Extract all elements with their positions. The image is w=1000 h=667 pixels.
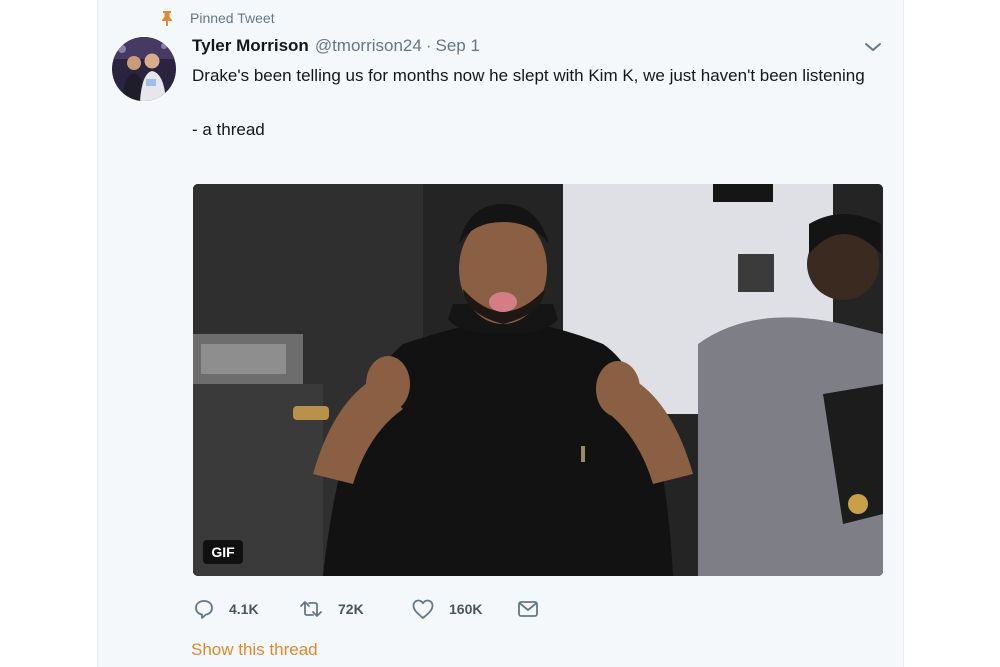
tweet-text-line: Drake's been telling us for months now h… — [192, 66, 865, 85]
heart-icon — [411, 598, 435, 620]
pin-icon — [160, 10, 174, 26]
tweet-date[interactable]: Sep 1 — [436, 36, 480, 56]
message-icon — [516, 598, 540, 620]
author-name[interactable]: Tyler Morrison — [192, 36, 309, 56]
tweet-text: Drake's been telling us for months now h… — [192, 62, 882, 143]
reply-icon — [193, 598, 215, 620]
retweet-count: 72K — [338, 601, 364, 617]
chevron-down-icon[interactable] — [864, 40, 882, 54]
retweet-button[interactable]: 72K — [298, 598, 411, 620]
tweet-text-line: - a thread — [192, 120, 265, 139]
gif-badge: GIF — [203, 540, 243, 564]
separator: · — [425, 36, 432, 55]
show-thread-link[interactable]: Show this thread — [191, 640, 318, 660]
tweet-header: Tyler Morrison @tmorrison24 · Sep 1 — [192, 36, 480, 58]
pinned-label: Pinned Tweet — [190, 10, 275, 26]
tweet-actions: 4.1K 72K 160K — [193, 596, 540, 622]
pinned-indicator: Pinned Tweet — [160, 8, 275, 28]
like-button[interactable]: 160K — [411, 598, 516, 620]
retweet-icon — [298, 598, 324, 620]
gif-frame — [193, 184, 883, 576]
page: Pinned Tweet Tyler Morrison @tmorrison24… — [0, 0, 1000, 667]
author-handle[interactable]: @tmorrison24 — [315, 36, 422, 56]
reply-button[interactable]: 4.1K — [193, 598, 298, 620]
avatar[interactable] — [112, 37, 176, 101]
reply-count: 4.1K — [229, 601, 259, 617]
direct-message-button[interactable] — [516, 598, 540, 620]
tweet-media-gif[interactable]: GIF — [193, 184, 883, 576]
like-count: 160K — [449, 601, 483, 617]
